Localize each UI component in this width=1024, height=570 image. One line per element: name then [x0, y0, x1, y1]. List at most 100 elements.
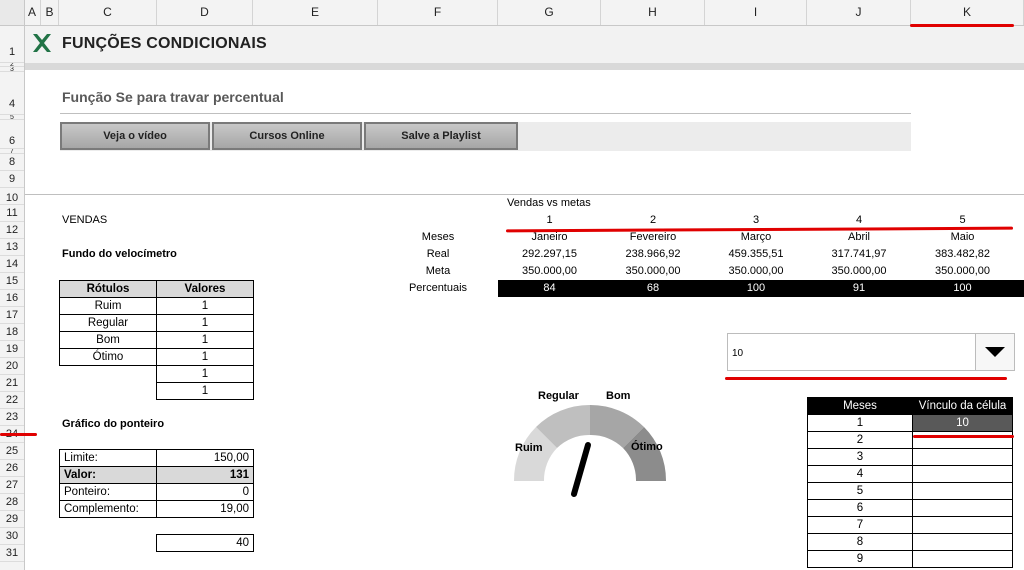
row-header[interactable]: 8	[0, 154, 24, 171]
ponteiro-label[interactable]: Valor:	[59, 466, 157, 484]
rotulo-cell[interactable]: Regular	[59, 314, 157, 332]
rotulo-cell[interactable]: Ruim	[59, 297, 157, 315]
rotulo-cell[interactable]: Ótimo	[59, 348, 157, 366]
empty-cell[interactable]	[912, 499, 1013, 517]
ponteiro-value[interactable]: 0	[156, 483, 254, 501]
rotulo-cell[interactable]: Bom	[59, 331, 157, 349]
row-header[interactable]: 9	[0, 171, 24, 188]
empty-cell[interactable]	[912, 516, 1013, 534]
meta-value[interactable]: 350.000,00	[911, 265, 1014, 277]
month-cell[interactable]: 4	[807, 465, 913, 483]
empty-cell[interactable]	[912, 533, 1013, 551]
percent-value[interactable]: 100	[705, 282, 807, 294]
real-value[interactable]: 292.297,15	[498, 248, 601, 260]
ponteiro-value[interactable]: 131	[156, 466, 254, 484]
row-header[interactable]: 31	[0, 545, 24, 562]
row-header[interactable]: 6	[0, 120, 24, 149]
row-header[interactable]: 10	[0, 188, 24, 205]
month-cell[interactable]: 7	[807, 516, 913, 534]
rotulo-cell[interactable]	[59, 365, 157, 383]
row-header[interactable]: 26	[0, 460, 24, 477]
row-header[interactable]: 13	[0, 239, 24, 256]
ponteiro-value[interactable]: 19,00	[156, 500, 254, 518]
online-courses-button[interactable]: Cursos Online	[212, 122, 362, 150]
column-header-g[interactable]: G	[498, 0, 601, 25]
rotulos-header: Rótulos	[59, 280, 157, 298]
row-header[interactable]: 28	[0, 494, 24, 511]
column-header-b[interactable]: B	[41, 0, 59, 25]
row-header[interactable]: 25	[0, 443, 24, 460]
row-header[interactable]: 4	[0, 72, 24, 115]
month-cell[interactable]: 8	[807, 533, 913, 551]
month-cell[interactable]: 1	[807, 414, 913, 432]
row-header[interactable]: 30	[0, 528, 24, 545]
extra-value-cell[interactable]: 40	[156, 534, 254, 552]
month-dropdown[interactable]: 10	[727, 333, 1015, 371]
real-value[interactable]: 383.482,82	[911, 248, 1014, 260]
month-cell[interactable]: 6	[807, 499, 913, 517]
real-value[interactable]: 238.966,92	[601, 248, 705, 260]
ponteiro-label[interactable]: Complemento:	[59, 500, 157, 518]
column-header-f[interactable]: F	[378, 0, 498, 25]
row-header[interactable]: 19	[0, 341, 24, 358]
month-cell[interactable]: 9	[807, 550, 913, 568]
ponteiro-label[interactable]: Ponteiro:	[59, 483, 157, 501]
triangle-down-icon[interactable]	[975, 334, 1014, 370]
column-header-e[interactable]: E	[253, 0, 378, 25]
save-playlist-button[interactable]: Salve a Playlist	[364, 122, 518, 150]
percent-value[interactable]: 68	[601, 282, 705, 294]
valor-cell[interactable]: 1	[156, 382, 254, 400]
valor-cell[interactable]: 1	[156, 365, 254, 383]
row-header[interactable]: 1	[0, 26, 24, 63]
empty-cell[interactable]	[912, 465, 1013, 483]
meta-value[interactable]: 350.000,00	[807, 265, 911, 277]
ponteiro-value[interactable]: 150,00	[156, 449, 254, 467]
valor-cell[interactable]: 1	[156, 297, 254, 315]
month-cell[interactable]: 2	[807, 431, 913, 449]
percent-value[interactable]: 84	[498, 282, 601, 294]
empty-cell[interactable]	[912, 550, 1013, 568]
valor-cell[interactable]: 1	[156, 348, 254, 366]
column-header-c[interactable]: C	[59, 0, 157, 25]
month-cell[interactable]: 3	[807, 448, 913, 466]
valor-cell[interactable]: 1	[156, 314, 254, 332]
column-header-d[interactable]: D	[157, 0, 253, 25]
percent-value[interactable]: 100	[911, 282, 1014, 294]
row-header[interactable]: 20	[0, 358, 24, 375]
percent-value[interactable]: 91	[807, 282, 911, 294]
meses-header: Meses	[807, 397, 913, 415]
column-header-h[interactable]: H	[601, 0, 705, 25]
real-value[interactable]: 317.741,97	[807, 248, 911, 260]
row-header[interactable]: 17	[0, 307, 24, 324]
rotulos-table: Rótulos Valores Ruim 1 Regular 1 Bom 1 Ótim…	[59, 280, 254, 400]
select-all-corner[interactable]	[0, 0, 25, 26]
column-header-j[interactable]: J	[807, 0, 911, 25]
ponteiro-label[interactable]: Limite:	[59, 449, 157, 467]
rotulo-cell[interactable]	[60, 383, 157, 400]
meta-value[interactable]: 350.000,00	[705, 265, 807, 277]
column-header-i[interactable]: I	[705, 0, 807, 25]
row-header[interactable]: 16	[0, 290, 24, 307]
row-header[interactable]: 15	[0, 273, 24, 290]
valor-cell[interactable]: 1	[156, 331, 254, 349]
column-header-a[interactable]: A	[24, 0, 41, 25]
empty-cell[interactable]	[912, 448, 1013, 466]
column-header-k[interactable]: K	[911, 0, 1024, 25]
meta-value[interactable]: 350.000,00	[601, 265, 705, 277]
row-header[interactable]: 11	[0, 205, 24, 222]
watch-video-button[interactable]: Veja o vídeo	[60, 122, 210, 150]
row-header[interactable]: 14	[0, 256, 24, 273]
link-value-cell[interactable]: 10	[912, 414, 1013, 432]
row-header[interactable]: 18	[0, 324, 24, 341]
row-header[interactable]: 27	[0, 477, 24, 494]
empty-cell[interactable]	[912, 482, 1013, 500]
row-header[interactable]: 21	[0, 375, 24, 392]
month-cell[interactable]: 5	[807, 482, 913, 500]
real-value[interactable]: 459.355,51	[705, 248, 807, 260]
annotation-underline	[910, 24, 1014, 27]
row-header[interactable]: 23	[0, 409, 24, 426]
row-header[interactable]: 12	[0, 222, 24, 239]
row-header[interactable]: 29	[0, 511, 24, 528]
meta-value[interactable]: 350.000,00	[498, 265, 601, 277]
row-header[interactable]: 22	[0, 392, 24, 409]
